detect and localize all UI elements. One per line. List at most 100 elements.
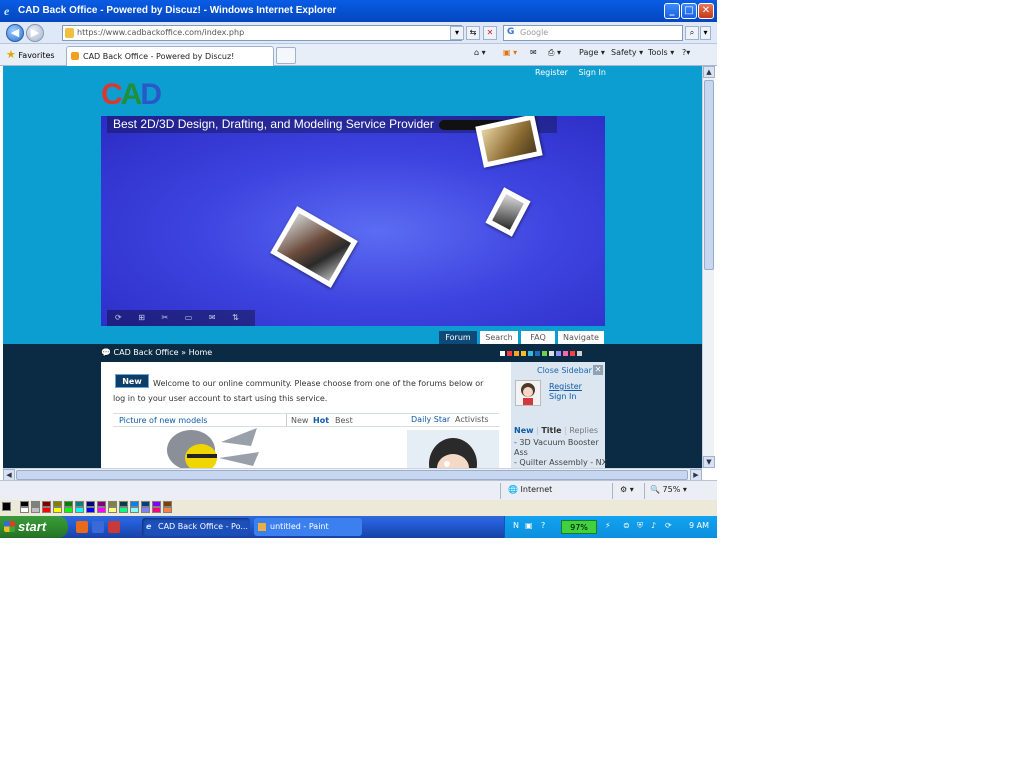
theme-swatch[interactable] bbox=[556, 351, 561, 356]
help-menu[interactable]: ?▾ bbox=[682, 48, 690, 57]
palette-color[interactable] bbox=[97, 507, 106, 513]
forward-button[interactable]: ▶ bbox=[26, 24, 44, 42]
tray-app-icon[interactable]: ▣ bbox=[525, 521, 535, 532]
window-titlebar[interactable]: e CAD Back Office - Powered by Discuz! -… bbox=[0, 0, 717, 22]
tab-cad-back-office[interactable]: CAD Back Office - Powered by Discuz! bbox=[66, 46, 274, 66]
address-bar[interactable]: https://www.cadbackoffice.com/index.php bbox=[62, 25, 462, 41]
palette-color[interactable] bbox=[163, 507, 172, 513]
theme-swatches[interactable] bbox=[500, 349, 584, 356]
sidebar-item[interactable]: - 3D Vacuum Booster bbox=[514, 438, 599, 447]
palette-color[interactable] bbox=[20, 507, 29, 513]
sign-in-link[interactable]: Sign In bbox=[578, 68, 605, 77]
protected-mode-icon[interactable]: ⚙ ▾ bbox=[620, 485, 634, 494]
palette-color[interactable] bbox=[108, 507, 117, 513]
scroll-up-icon[interactable]: ▲ bbox=[703, 66, 715, 78]
horizontal-scrollbar[interactable]: ◀ ▶ bbox=[3, 468, 702, 481]
sidebar-item[interactable]: Ass bbox=[514, 448, 528, 457]
close-button[interactable]: ✕ bbox=[698, 3, 714, 19]
vertical-scroll-thumb[interactable] bbox=[704, 80, 714, 270]
filter-best[interactable]: Best bbox=[335, 416, 353, 425]
filter-new[interactable]: New bbox=[291, 416, 308, 425]
safety-menu[interactable]: Safety ▾ bbox=[611, 48, 643, 57]
theme-swatch[interactable] bbox=[577, 351, 582, 356]
tab-search[interactable]: Search bbox=[480, 331, 518, 345]
close-sidebar-link[interactable]: Close Sidebar bbox=[537, 366, 592, 375]
palette-color[interactable] bbox=[42, 507, 51, 513]
new-tab-button[interactable] bbox=[276, 47, 296, 64]
update-icon[interactable]: ⟳ bbox=[665, 521, 675, 532]
tab-picture-of-new-models[interactable]: Picture of new models bbox=[119, 416, 207, 425]
app-quicklaunch-icon-2[interactable] bbox=[108, 521, 120, 533]
security-icon[interactable]: ⛨ bbox=[637, 521, 647, 532]
cad-logo[interactable]: CAD bbox=[101, 78, 165, 114]
help-tray-icon[interactable]: ? bbox=[541, 521, 551, 532]
theme-swatch[interactable] bbox=[514, 351, 519, 356]
network-icon[interactable]: ⊜ bbox=[623, 521, 633, 532]
maximize-button[interactable]: □ bbox=[681, 3, 697, 19]
sidebar-sign-in-link[interactable]: Sign In bbox=[549, 392, 576, 401]
tab-navigate[interactable]: Navigate bbox=[558, 331, 604, 345]
palette-color[interactable] bbox=[86, 507, 95, 513]
start-button[interactable]: start bbox=[0, 516, 68, 538]
back-button[interactable]: ◀ bbox=[6, 24, 24, 42]
stop-icon[interactable]: ✕ bbox=[483, 26, 497, 40]
feeds-icon[interactable]: ▣ ▾ bbox=[503, 48, 517, 57]
tab-forum[interactable]: Forum bbox=[439, 331, 477, 345]
print-icon[interactable]: ⎙ ▾ bbox=[548, 48, 561, 58]
zoom-level[interactable]: 🔍 75% ▾ bbox=[650, 485, 687, 494]
model-thumbnail[interactable] bbox=[161, 428, 261, 468]
sidebar-tab-title[interactable]: Title bbox=[541, 426, 561, 435]
address-dropdown-icon[interactable]: ▾ bbox=[450, 26, 464, 40]
language-icon[interactable]: N bbox=[513, 521, 523, 532]
read-mail-icon[interactable]: ✉ bbox=[530, 48, 537, 57]
search-button[interactable]: ⌕ bbox=[685, 26, 699, 40]
favorites-button[interactable]: ★ Favorites bbox=[6, 48, 55, 61]
breadcrumb-text[interactable]: CAD Back Office » Home bbox=[114, 348, 213, 357]
battery-indicator[interactable]: 97% bbox=[561, 520, 597, 534]
theme-swatch[interactable] bbox=[507, 351, 512, 356]
vertical-scrollbar[interactable]: ▲ ▼ bbox=[702, 66, 715, 468]
app-quicklaunch-icon[interactable] bbox=[92, 521, 104, 533]
page-menu[interactable]: Page ▾ bbox=[579, 48, 605, 57]
theme-swatch[interactable] bbox=[535, 351, 540, 356]
close-sidebar-icon[interactable]: ✕ bbox=[593, 365, 603, 375]
taskbar-item-paint[interactable]: untitled - Paint bbox=[254, 518, 362, 536]
sidebar-tab-replies[interactable]: Replies bbox=[569, 426, 598, 435]
palette-color[interactable] bbox=[75, 507, 84, 513]
firefox-quicklaunch-icon[interactable] bbox=[76, 521, 88, 533]
theme-swatch[interactable] bbox=[542, 351, 547, 356]
security-zone[interactable]: 🌐 Internet bbox=[508, 485, 552, 494]
palette-color[interactable] bbox=[53, 507, 62, 513]
palette-color[interactable] bbox=[31, 507, 40, 513]
tab-activists[interactable]: Activists bbox=[455, 415, 489, 424]
power-icon[interactable]: ⚡ bbox=[605, 521, 615, 532]
palette-color[interactable] bbox=[119, 507, 128, 513]
palette-color[interactable] bbox=[64, 507, 73, 513]
horizontal-scroll-thumb[interactable] bbox=[16, 470, 688, 480]
tools-menu[interactable]: Tools ▾ bbox=[648, 48, 674, 57]
theme-swatch[interactable] bbox=[563, 351, 568, 356]
taskbar-item-ie[interactable]: e CAD Back Office - Po... bbox=[142, 518, 250, 536]
filter-hot[interactable]: Hot bbox=[313, 416, 329, 425]
scroll-down-icon[interactable]: ▼ bbox=[703, 456, 715, 468]
banner-control-bar[interactable]: ⟳ ⊞ ✂ ▭ ✉ ⇅ bbox=[107, 310, 255, 326]
palette-color[interactable] bbox=[152, 507, 161, 513]
minimize-button[interactable]: _ bbox=[664, 3, 680, 19]
volume-icon[interactable]: ♪ bbox=[651, 521, 661, 532]
sidebar-tab-new[interactable]: New bbox=[514, 426, 534, 435]
theme-swatch[interactable] bbox=[528, 351, 533, 356]
daily-star-avatar[interactable] bbox=[407, 430, 499, 468]
palette-color[interactable] bbox=[130, 507, 139, 513]
sidebar-item[interactable]: - Quilter Assembly - NX bbox=[514, 458, 607, 467]
search-options-icon[interactable]: ▾ bbox=[700, 26, 711, 40]
theme-swatch[interactable] bbox=[521, 351, 526, 356]
theme-swatch[interactable] bbox=[500, 351, 505, 356]
search-input[interactable]: G Google bbox=[503, 25, 683, 41]
theme-swatch[interactable] bbox=[570, 351, 575, 356]
hero-banner[interactable]: Best 2D/3D Design, Drafting, and Modelin… bbox=[101, 116, 605, 326]
compatibility-icon[interactable]: ⇆ bbox=[466, 26, 480, 40]
sidebar-register-link[interactable]: Register bbox=[549, 382, 582, 391]
theme-swatch[interactable] bbox=[549, 351, 554, 356]
palette-color[interactable] bbox=[141, 507, 150, 513]
paint-color-palette[interactable] bbox=[0, 500, 717, 516]
